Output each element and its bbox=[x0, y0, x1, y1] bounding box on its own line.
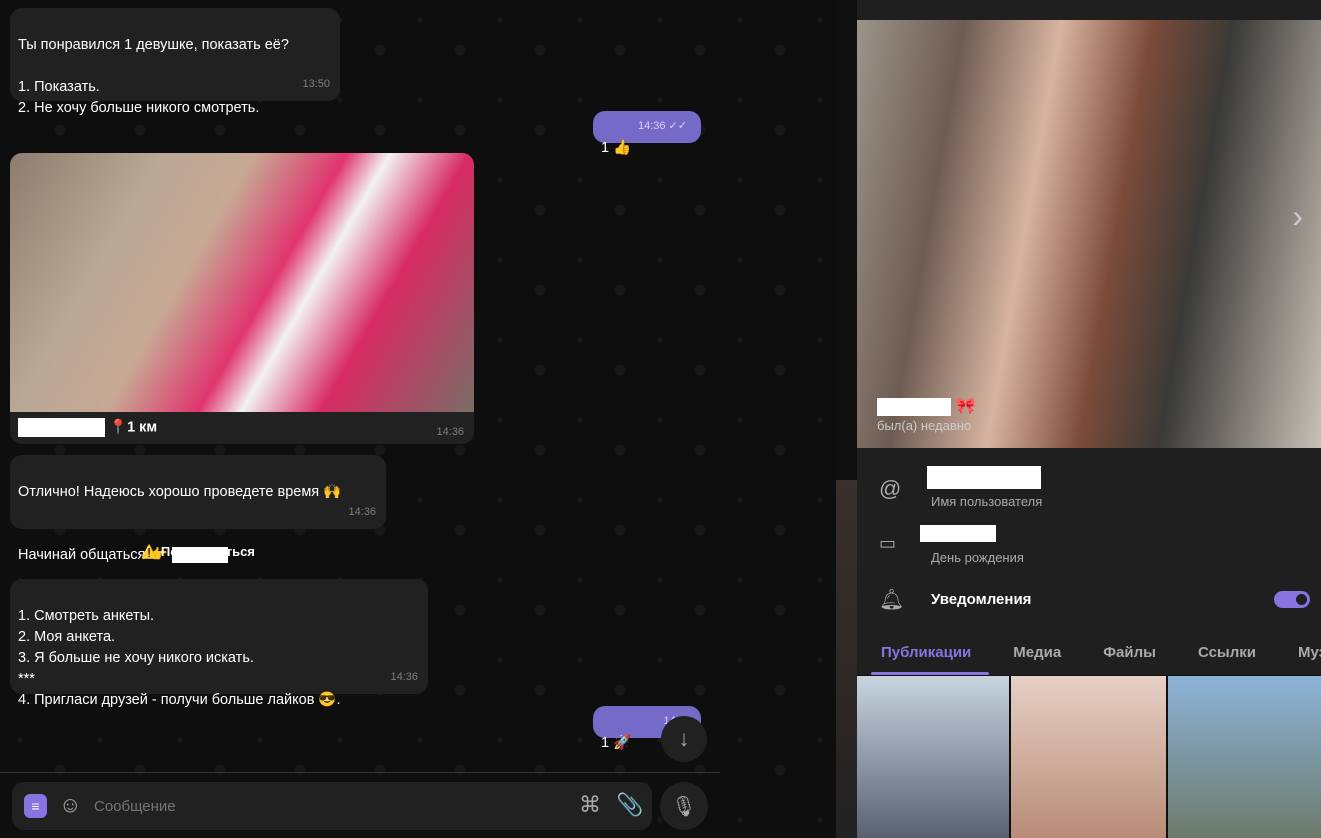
tab-files[interactable]: Файлы bbox=[1079, 632, 1174, 675]
media-thumb[interactable] bbox=[1011, 676, 1166, 838]
message-text: 1. Смотреть анкеты. 2. Моя анкета. 3. Я … bbox=[18, 608, 341, 708]
redacted-username bbox=[927, 466, 1041, 489]
message-bubble: Отлично! Надеюсь хорошо проведете время … bbox=[10, 455, 386, 564]
media-thumb[interactable] bbox=[1168, 676, 1321, 838]
calendar-icon: ▭ bbox=[879, 533, 897, 553]
birthday-row[interactable]: ▭ День рождения bbox=[857, 525, 1321, 570]
status-text: был(а) недавно bbox=[877, 418, 972, 433]
message-text: 1 🚀 bbox=[601, 735, 632, 751]
message-text: 1 👍 bbox=[601, 140, 632, 156]
redacted-birthday bbox=[920, 525, 996, 542]
redacted-name bbox=[18, 418, 105, 437]
username-row[interactable]: @ Имя пользователя bbox=[857, 466, 1321, 516]
message-text: Отлично! Надеюсь хорошо проведете время … bbox=[18, 484, 342, 500]
tab-links[interactable]: Ссылки bbox=[1174, 632, 1274, 675]
composer: ≡ ☺ ⌘ 📎 bbox=[12, 782, 652, 830]
username-label: Имя пользователя bbox=[931, 494, 1043, 509]
at-icon: @ bbox=[879, 476, 902, 501]
microphone-button[interactable]: 🎙 bbox=[660, 782, 708, 830]
chevron-right-icon[interactable]: › bbox=[1292, 198, 1303, 235]
arrow-down-icon: ↓ bbox=[678, 726, 690, 751]
message-time: 13:50 bbox=[302, 78, 330, 90]
message-time: 14:36 bbox=[436, 426, 464, 438]
profile-photo-image[interactable] bbox=[10, 153, 474, 412]
message-time: 14:36 bbox=[348, 506, 376, 518]
tab-music[interactable]: Музы bbox=[1274, 632, 1321, 675]
profile-photo[interactable]: › 🎀 был(а) недавно bbox=[857, 20, 1321, 448]
message-bubble: Ты понравился 1 девушке, показать её? 1.… bbox=[10, 8, 340, 116]
bell-icon: 🔔︎ bbox=[879, 589, 905, 611]
chat-area: Ты понравился 1 девушке, показать её? 1.… bbox=[0, 0, 836, 838]
notifications-label: Уведомления bbox=[931, 591, 1032, 608]
profile-tabs: Публикации Медиа Файлы Ссылки Музы bbox=[857, 632, 1321, 675]
media-thumb[interactable] bbox=[857, 676, 1009, 838]
emoji-icon[interactable]: ☺ bbox=[59, 792, 81, 818]
menu-icon[interactable]: ≡ bbox=[24, 794, 47, 818]
divider bbox=[0, 772, 720, 773]
message-text: Ты понравился 1 девушке, показать её? 1.… bbox=[18, 37, 289, 116]
profile-side: › 🎀 был(а) недавно @ Имя пользователя ▭ … bbox=[836, 0, 1321, 838]
attach-icon[interactable]: 📎 bbox=[616, 792, 643, 818]
redacted-name bbox=[877, 397, 951, 416]
notifications-toggle[interactable] bbox=[1274, 591, 1310, 608]
tab-publications[interactable]: Публикации bbox=[857, 632, 990, 675]
distance-text: 📍1 км bbox=[109, 419, 158, 436]
notifications-row[interactable]: 🔔︎ Уведомления bbox=[857, 585, 1321, 615]
report-button[interactable]: ⚠️ Пожаловаться bbox=[10, 540, 386, 564]
message-time: 14:36 bbox=[390, 671, 418, 683]
profile-panel: › 🎀 был(а) недавно @ Имя пользователя ▭ … bbox=[857, 0, 1321, 675]
name-emoji: 🎀 bbox=[955, 398, 976, 415]
media-thumb[interactable] bbox=[836, 480, 857, 838]
command-icon[interactable]: ⌘ bbox=[579, 792, 601, 818]
tab-media[interactable]: Медиа bbox=[989, 632, 1079, 675]
message-bubble: 1. Смотреть анкеты. 2. Моя анкета. 3. Я … bbox=[10, 579, 428, 708]
message-time: 14:36 ✓✓ bbox=[637, 120, 687, 132]
message-input[interactable] bbox=[94, 794, 554, 818]
photo-message[interactable]: 📍1 км 14:36 bbox=[10, 153, 474, 444]
scroll-down-button[interactable]: ↓ bbox=[661, 716, 707, 762]
message-bubble-outgoing: 1 👍 14:36 ✓✓ bbox=[593, 111, 701, 156]
microphone-icon: 🎙 bbox=[671, 795, 697, 818]
birthday-label: День рождения bbox=[931, 550, 1024, 565]
